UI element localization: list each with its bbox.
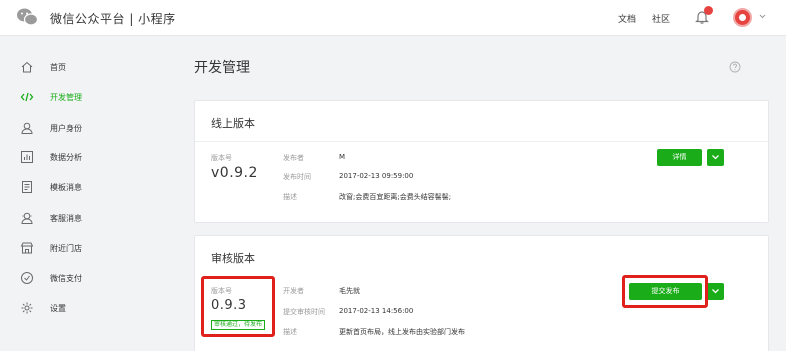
sidebar: 首页 开发管理 用户身份 数据分析 模板消息 客服消息 附近门店 微信支付 设置 xyxy=(0,37,150,351)
sidebar-item-label: 附近门店 xyxy=(50,244,82,253)
sidebar-item-nearby-stores[interactable]: 附近门店 xyxy=(0,234,150,264)
top-bar: 微信公众平台 | 小程序 文档 社区 xyxy=(0,0,786,36)
notification-badge xyxy=(704,6,713,15)
sidebar-item-dev-management[interactable]: 开发管理 xyxy=(0,83,150,113)
publish-time-value: 2017-02-13 09:59:00 xyxy=(339,172,414,180)
avatar[interactable] xyxy=(733,8,752,27)
chart-icon xyxy=(21,151,33,163)
description-key: 描述 xyxy=(283,193,297,201)
sidebar-item-label: 客服消息 xyxy=(50,214,82,223)
online-more-button[interactable] xyxy=(707,149,724,166)
home-icon xyxy=(21,61,33,73)
chevron-down-icon[interactable] xyxy=(759,13,766,20)
description-value: 改窗;会费百宜距离;会费头结容髻髻; xyxy=(339,193,452,201)
review-time-value: 2017-02-13 14:56:00 xyxy=(339,307,414,315)
help-icon[interactable] xyxy=(729,61,741,73)
developer-key: 开发者 xyxy=(283,287,304,295)
developer-value: 毛先就 xyxy=(339,287,360,295)
docs-link[interactable]: 文档 xyxy=(618,12,636,25)
app-title: 微信公众平台 | 小程序 xyxy=(50,12,176,26)
review-more-button[interactable] xyxy=(707,283,724,300)
details-button[interactable]: 详情 xyxy=(657,149,702,166)
wechat-logo-icon xyxy=(17,8,38,26)
sidebar-item-home[interactable]: 首页 xyxy=(0,53,150,83)
card-title: 审核版本 xyxy=(211,252,255,265)
sidebar-item-data-analysis[interactable]: 数据分析 xyxy=(0,143,150,173)
sidebar-item-label: 数据分析 xyxy=(50,153,82,162)
sidebar-item-label: 模板消息 xyxy=(50,183,82,192)
submit-highlight-box xyxy=(622,275,708,308)
card-title: 线上版本 xyxy=(211,117,255,130)
code-icon xyxy=(20,92,34,102)
description-key: 描述 xyxy=(283,328,297,336)
publisher-key: 发布者 xyxy=(283,154,304,162)
version-highlight-box xyxy=(201,276,275,337)
template-icon xyxy=(22,181,32,193)
sidebar-item-label: 微信支付 xyxy=(50,274,82,283)
pay-icon xyxy=(21,272,33,284)
sidebar-item-label: 开发管理 xyxy=(50,93,82,102)
chevron-down-icon xyxy=(712,155,719,160)
community-link[interactable]: 社区 xyxy=(652,12,670,25)
sidebar-item-label: 设置 xyxy=(50,304,66,313)
gear-icon xyxy=(21,302,33,314)
review-time-key: 提交审核时间 xyxy=(283,308,325,316)
sidebar-item-template-messages[interactable]: 模板消息 xyxy=(0,173,150,203)
sidebar-item-customer-service[interactable]: 客服消息 xyxy=(0,204,150,234)
description-value: 更新首页布局，线上发布由实验部门发布 xyxy=(339,328,465,336)
sidebar-item-label: 首页 xyxy=(50,63,66,72)
store-icon xyxy=(20,242,34,254)
chevron-down-icon xyxy=(712,289,719,294)
version-label: 版本号 xyxy=(211,154,232,162)
sidebar-item-user-identity[interactable]: 用户身份 xyxy=(0,114,150,144)
online-version-card: 线上版本 版本号 v0.9.2 发布者 M 发布时间 2017-02-13 09… xyxy=(194,100,769,223)
divider xyxy=(195,141,768,142)
page-title: 开发管理 xyxy=(194,60,250,76)
sidebar-item-wechat-pay[interactable]: 微信支付 xyxy=(0,264,150,294)
publish-time-key: 发布时间 xyxy=(283,173,311,181)
sidebar-item-settings[interactable]: 设置 xyxy=(0,294,150,324)
publisher-value: M xyxy=(339,153,346,161)
user-icon xyxy=(21,122,33,134)
version-number: v0.9.2 xyxy=(211,165,258,181)
service-icon xyxy=(21,212,33,224)
sidebar-item-label: 用户身份 xyxy=(50,124,82,133)
